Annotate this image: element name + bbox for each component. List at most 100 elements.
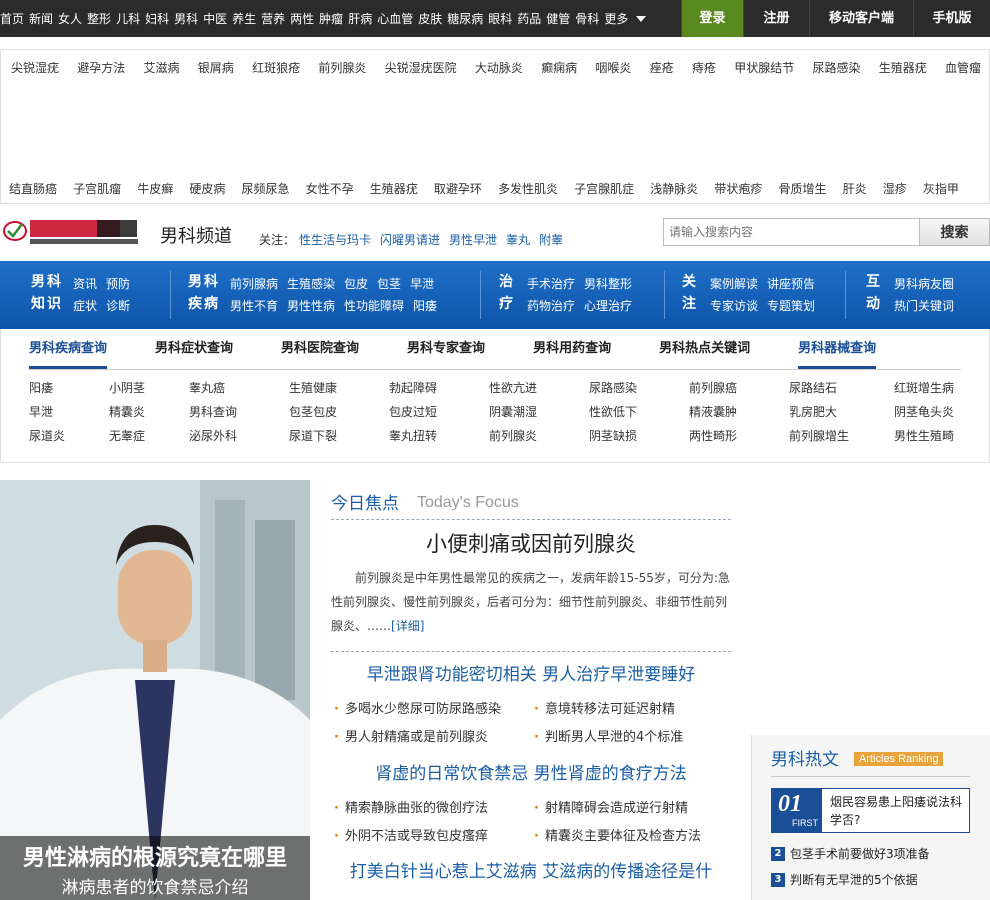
mobile-version-button[interactable]: 手机版 — [913, 0, 990, 37]
query-link[interactable]: 阴茎龟头炎 — [894, 403, 969, 421]
section-headline[interactable]: 早泄跟肾功能密切相关 男人治疗早泄要睡好 — [331, 660, 731, 685]
keyword-link[interactable]: 湿疹 — [883, 180, 907, 197]
nav-link[interactable]: 专家访谈 — [710, 299, 758, 313]
nav-link[interactable]: 心理治疗 — [584, 299, 632, 313]
query-tab[interactable]: 男科疾病查询 — [29, 329, 108, 369]
query-link[interactable]: 前列腺增生 — [789, 427, 894, 445]
article-link[interactable]: 精索静脉曲张的微创疗法 — [334, 797, 534, 816]
focus-link[interactable]: 男性早泄 — [449, 231, 497, 248]
top-nav-item[interactable]: 骨科 — [575, 10, 599, 27]
nav-link[interactable]: 包皮 — [344, 277, 368, 291]
top-nav-item[interactable]: 糖尿病 — [447, 10, 483, 27]
query-link[interactable]: 阴茎缺损 — [589, 427, 689, 445]
ranking-item[interactable]: 3 判断有无早泄的5个依据 — [771, 871, 918, 888]
keyword-link[interactable]: 痔疮 — [692, 59, 716, 76]
top-nav-item[interactable]: 健管 — [546, 10, 570, 27]
keyword-link[interactable]: 大动脉炎 — [475, 59, 523, 76]
focus-link[interactable]: 闪曜男请进 — [380, 231, 440, 248]
nav-link[interactable]: 药物治疗 — [527, 299, 575, 313]
top-nav-item[interactable]: 女人 — [58, 10, 82, 27]
keyword-link[interactable]: 取避孕环 — [434, 180, 482, 197]
section-headline[interactable]: 打美白针当心惹上艾滋病 艾滋病的传播途径是什 — [331, 857, 731, 882]
nav-link[interactable]: 包茎 — [377, 277, 401, 291]
top-nav-item[interactable]: 肝病 — [348, 10, 372, 27]
query-link[interactable]: 阳痿 — [29, 379, 109, 397]
query-link[interactable]: 尿道下裂 — [289, 427, 389, 445]
top-nav-item[interactable]: 男科 — [174, 10, 198, 27]
keyword-link[interactable]: 血管瘤 — [945, 59, 981, 76]
query-tab[interactable]: 男科专家查询 — [407, 329, 485, 369]
nav-group-title[interactable]: 关注 — [682, 271, 700, 315]
mobile-client-button[interactable]: 移动客户端 — [809, 0, 913, 37]
top-nav-item[interactable]: 眼科 — [488, 10, 512, 27]
keyword-link[interactable]: 银屑病 — [198, 59, 234, 76]
top-nav-item[interactable]: 儿科 — [116, 10, 140, 27]
nav-link[interactable]: 男科整形 — [584, 277, 632, 291]
focus-link[interactable]: 附睾 — [539, 231, 563, 248]
query-link[interactable]: 包皮过短 — [389, 403, 489, 421]
keyword-link[interactable]: 痤疮 — [650, 59, 674, 76]
focus-link[interactable]: 睾丸 — [506, 231, 530, 248]
top-nav-item[interactable]: 整形 — [87, 10, 111, 27]
article-link[interactable]: 意境转移法可延迟射精 — [534, 698, 734, 717]
keyword-link[interactable]: 结直肠癌 — [9, 180, 57, 197]
query-link[interactable]: 前列腺癌 — [689, 379, 789, 397]
top-nav-item[interactable]: 心血管 — [377, 10, 413, 27]
keyword-link[interactable]: 咽喉炎 — [595, 59, 631, 76]
nav-link[interactable]: 早泄 — [410, 277, 434, 291]
nav-link[interactable]: 性功能障碍 — [344, 299, 404, 313]
keyword-link[interactable]: 癫痫病 — [541, 59, 577, 76]
top-nav-item[interactable]: 首页 — [0, 10, 24, 27]
focus-link[interactable]: 性生活与玛卡 — [299, 231, 371, 248]
nav-link[interactable]: 男科病友圈 — [894, 277, 954, 291]
query-link[interactable]: 睾丸扭转 — [389, 427, 489, 445]
search-button[interactable]: 搜索 — [919, 218, 990, 246]
nav-group-title[interactable]: 互动 — [866, 271, 884, 315]
query-link[interactable]: 睾丸癌 — [189, 379, 289, 397]
nav-group-title[interactable]: 男科疾病 — [188, 271, 222, 315]
query-tab[interactable]: 男科热点关键词 — [659, 329, 750, 369]
top-nav-item[interactable]: 中医 — [203, 10, 227, 27]
ranking-first-item[interactable]: 01 FIRST 烟民容易患上阳痿说法科学否? — [771, 788, 970, 833]
login-button[interactable]: 登录 — [681, 0, 743, 37]
nav-link[interactable]: 男性性病 — [287, 299, 335, 313]
query-link[interactable]: 精囊炎 — [109, 403, 189, 421]
nav-group-title[interactable]: 男科知识 — [31, 271, 65, 315]
query-tab[interactable]: 男科医院查询 — [281, 329, 359, 369]
keyword-link[interactable]: 前列腺炎 — [318, 59, 366, 76]
hero-caption-subtitle[interactable]: 淋病患者的饮食禁忌介绍 — [0, 873, 310, 898]
query-link[interactable]: 两性畸形 — [689, 427, 789, 445]
query-link[interactable]: 包茎包皮 — [289, 403, 389, 421]
keyword-link[interactable]: 尖锐湿疣医院 — [385, 59, 457, 76]
nav-link[interactable]: 热门关键词 — [894, 299, 954, 313]
article-link[interactable]: 外阴不洁或导致包皮瘙痒 — [334, 825, 534, 844]
rank-title[interactable]: 包茎手术前要做好3项准备 — [790, 845, 930, 862]
query-tab[interactable]: 男科症状查询 — [155, 329, 233, 369]
keyword-link[interactable]: 尿频尿急 — [242, 180, 290, 197]
keyword-link[interactable]: 肝炎 — [843, 180, 867, 197]
keyword-link[interactable]: 多发性肌炎 — [498, 180, 558, 197]
query-link[interactable]: 前列腺炎 — [489, 427, 589, 445]
article-link[interactable]: 射精障碍会造成逆行射精 — [534, 797, 734, 816]
article-link[interactable]: 多喝水少憋尿可防尿路感染 — [334, 698, 534, 717]
keyword-link[interactable]: 尖锐湿疣 — [11, 59, 59, 76]
nav-link[interactable]: 资讯 — [73, 277, 97, 291]
query-link[interactable]: 早泄 — [29, 403, 109, 421]
query-link[interactable]: 男性生殖畸 — [894, 427, 969, 445]
top-nav-more[interactable]: 更多 — [604, 10, 651, 27]
nav-link[interactable]: 预防 — [106, 277, 130, 291]
top-nav-item[interactable]: 药品 — [517, 10, 541, 27]
nav-link[interactable]: 前列腺病 — [230, 277, 278, 291]
query-link[interactable]: 尿路感染 — [589, 379, 689, 397]
query-link[interactable]: 尿路结石 — [789, 379, 894, 397]
nav-link[interactable]: 生殖感染 — [287, 277, 335, 291]
keyword-link[interactable]: 灰指甲 — [923, 180, 959, 197]
nav-link[interactable]: 男性不育 — [230, 299, 278, 313]
article-link[interactable]: 精囊炎主要体征及检查方法 — [534, 825, 734, 844]
query-link[interactable]: 泌尿外科 — [189, 427, 289, 445]
query-link[interactable]: 男科查询 — [189, 403, 289, 421]
query-link[interactable]: 红斑增生病 — [894, 379, 969, 397]
article-link[interactable]: 男人射精痛或是前列腺炎 — [334, 726, 534, 745]
keyword-link[interactable]: 带状疱疹 — [714, 180, 762, 197]
ranking-first-title[interactable]: 烟民容易患上阳痿说法科学否? — [830, 793, 968, 829]
